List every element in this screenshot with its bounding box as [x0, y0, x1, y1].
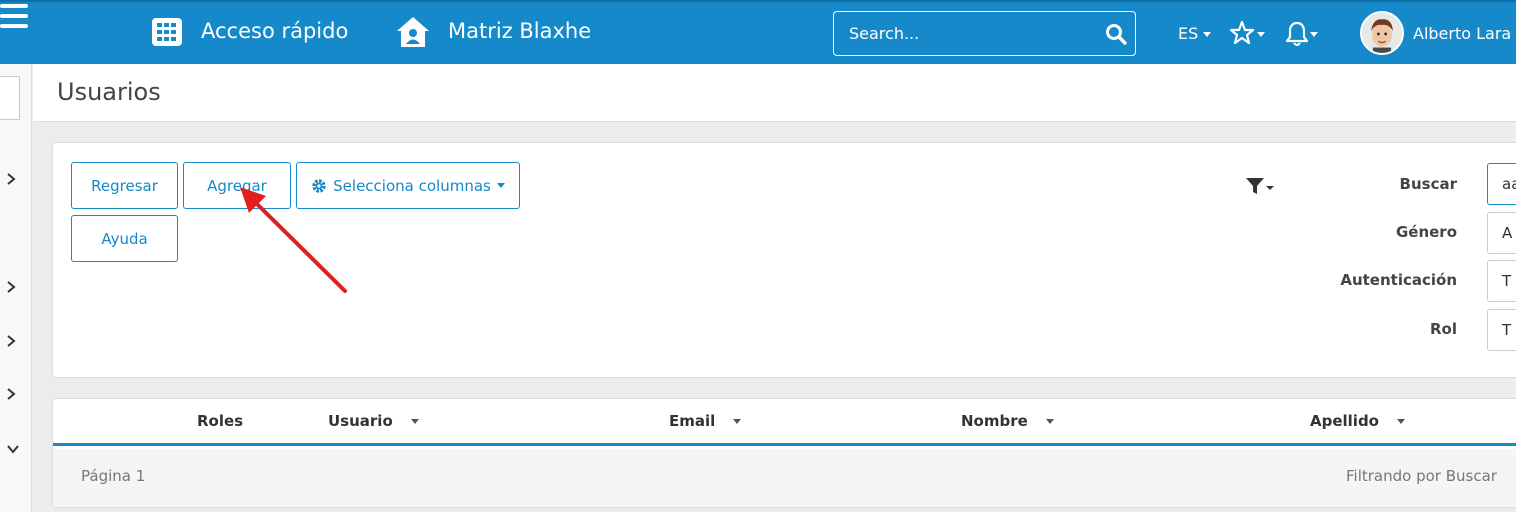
- role-filter-label: Rol: [1430, 320, 1457, 338]
- auth-filter-label: Autenticación: [1340, 271, 1457, 289]
- column-header-roles: Roles: [197, 412, 243, 430]
- table-footer: Página 1 Filtrando por Buscar: [53, 449, 1516, 507]
- add-button[interactable]: Agregar: [183, 162, 291, 209]
- users-table: Roles Usuario Email Nombre Apellido Pági…: [52, 398, 1516, 508]
- page-title: Usuarios: [57, 78, 161, 106]
- actions-panel: Regresar Agregar Selecciona columnas Ayu…: [52, 142, 1516, 378]
- chevron-right-icon[interactable]: [6, 334, 16, 348]
- quick-access-link[interactable]: Acceso rápido: [201, 19, 348, 43]
- search-filter-label: Buscar: [1399, 175, 1457, 193]
- column-header-label: Nombre: [961, 412, 1028, 430]
- sort-caret-icon[interactable]: [410, 419, 419, 424]
- column-header-apellido[interactable]: Apellido: [1310, 412, 1405, 430]
- column-header-label: Email: [669, 412, 716, 430]
- search-input[interactable]: [834, 12, 1094, 55]
- language-selector[interactable]: ES: [1178, 24, 1212, 43]
- grid-icon[interactable]: [152, 18, 182, 46]
- home-icon[interactable]: [396, 16, 430, 48]
- sidebar-search-box[interactable]: [0, 76, 20, 120]
- column-header-email[interactable]: Email: [669, 412, 742, 430]
- top-navbar: Acceso rápido Matriz Blaxhe ES: [0, 0, 1516, 64]
- column-header-label: Usuario: [328, 412, 393, 430]
- bell-icon[interactable]: [1285, 20, 1321, 48]
- search-filter-input[interactable]: aa: [1487, 163, 1516, 205]
- column-header-label: Roles: [197, 412, 244, 430]
- chevron-right-icon[interactable]: [6, 387, 16, 401]
- sort-caret-icon[interactable]: [1397, 419, 1405, 424]
- column-header-label: Apellido: [1310, 412, 1379, 430]
- back-button[interactable]: Regresar: [71, 162, 178, 209]
- caret-down-icon: [496, 183, 505, 188]
- table-header: Roles Usuario Email Nombre Apellido: [53, 399, 1516, 446]
- left-sidebar: [0, 64, 32, 512]
- language-label: ES: [1178, 24, 1199, 43]
- help-button[interactable]: Ayuda: [71, 215, 178, 262]
- star-icon[interactable]: [1230, 20, 1268, 48]
- role-filter-select[interactable]: T: [1487, 309, 1516, 351]
- sort-caret-icon[interactable]: [733, 419, 742, 424]
- gear-icon: [312, 178, 326, 193]
- filter-status-text: Filtrando por Buscar: [1346, 467, 1497, 485]
- chevron-down-icon[interactable]: [6, 442, 20, 456]
- select-columns-button[interactable]: Selecciona columnas: [296, 162, 520, 209]
- gender-filter-select[interactable]: A: [1487, 212, 1516, 254]
- column-header-usuario[interactable]: Usuario: [328, 412, 419, 430]
- company-link[interactable]: Matriz Blaxhe: [448, 19, 591, 43]
- chevron-right-icon[interactable]: [6, 172, 16, 186]
- page-header: Usuarios: [33, 64, 1516, 122]
- menu-icon[interactable]: [0, 2, 30, 30]
- sort-caret-icon[interactable]: [1045, 419, 1054, 424]
- column-header-nombre[interactable]: Nombre: [961, 412, 1054, 430]
- page-indicator: Página 1: [81, 467, 146, 485]
- search-box: [833, 11, 1136, 56]
- auth-filter-select[interactable]: T: [1487, 260, 1516, 302]
- avatar[interactable]: [1360, 11, 1404, 55]
- gender-filter-label: Género: [1395, 223, 1457, 241]
- chevron-right-icon[interactable]: [6, 280, 16, 294]
- user-name[interactable]: Alberto Lara T: [1413, 24, 1516, 43]
- filter-icon[interactable]: [1245, 175, 1275, 197]
- select-columns-label: Selecciona columnas: [333, 176, 491, 195]
- caret-down-icon: [1203, 32, 1212, 37]
- search-icon[interactable]: [1105, 23, 1127, 45]
